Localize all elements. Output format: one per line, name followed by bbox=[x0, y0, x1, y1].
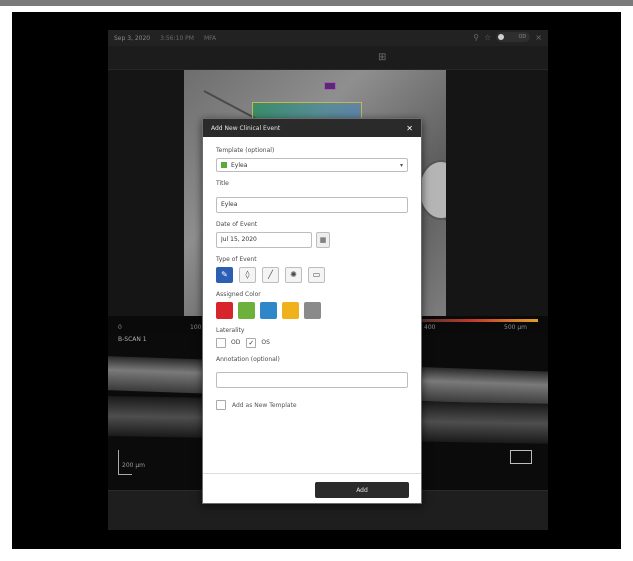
dialog-body: Template (optional) Eylea ▾ Title Date o… bbox=[203, 137, 421, 416]
scale-label-mid: 100 bbox=[190, 324, 202, 331]
color-swatch-green[interactable] bbox=[238, 301, 255, 319]
bscan-label: B-SCAN 1 bbox=[118, 336, 147, 343]
eye-toggle[interactable]: OD bbox=[496, 32, 531, 42]
laterality-os[interactable]: ✓ OS bbox=[246, 337, 270, 348]
dialog-footer: Add bbox=[203, 473, 421, 503]
annotation-label: Annotation (optional) bbox=[216, 355, 280, 363]
od-label: OD bbox=[231, 339, 241, 346]
title-bar: Sep 3, 2020 3:56:10 PM MFA ⚲ ☆ OD × bbox=[108, 30, 548, 46]
dialog-header: Add New Clinical Event ✕ bbox=[203, 119, 421, 137]
color-picker bbox=[216, 301, 408, 319]
date-label: Date of Event bbox=[216, 220, 258, 228]
search-icon[interactable]: ⚲ bbox=[473, 33, 479, 42]
annotation-input[interactable] bbox=[216, 372, 408, 388]
color-label: Assigned Color bbox=[216, 290, 261, 298]
new-template-checkbox[interactable] bbox=[216, 400, 226, 410]
scale-bar-label: 200 µm bbox=[122, 462, 146, 469]
bscan-handle[interactable] bbox=[510, 450, 532, 464]
top-border bbox=[0, 0, 633, 6]
exam-mode: MFA bbox=[203, 34, 217, 42]
color-swatch-red[interactable] bbox=[216, 301, 233, 319]
template-color-swatch bbox=[221, 162, 227, 168]
laterality-group: OD ✓ OS bbox=[216, 337, 408, 348]
color-swatch-yellow[interactable] bbox=[282, 301, 299, 319]
eye-toggle-label: OD bbox=[518, 34, 527, 40]
title-input[interactable] bbox=[216, 196, 408, 213]
laterality-od[interactable]: OD bbox=[216, 337, 241, 348]
laterality-label: Laterality bbox=[216, 326, 245, 334]
laser-icon[interactable]: ✺ bbox=[285, 266, 302, 283]
date-input[interactable] bbox=[216, 231, 312, 248]
scale-label-right: 400 bbox=[424, 324, 436, 331]
title-label: Title bbox=[216, 180, 229, 187]
scan-marker-icon bbox=[324, 82, 336, 90]
template-select-value: Eylea bbox=[231, 161, 248, 169]
close-icon[interactable]: × bbox=[535, 33, 542, 42]
type-label: Type of Event bbox=[216, 255, 257, 263]
scalpel-icon[interactable]: ╱ bbox=[262, 266, 279, 283]
color-swatch-gray[interactable] bbox=[304, 301, 321, 319]
drop-icon[interactable]: ◊ bbox=[239, 266, 256, 283]
close-icon[interactable]: ✕ bbox=[406, 124, 413, 133]
scale-bar-horizontal bbox=[118, 474, 132, 475]
exam-date: Sep 3, 2020 bbox=[114, 34, 151, 42]
calendar-event-icon[interactable]: ▭ bbox=[308, 266, 325, 283]
scale-gradient bbox=[408, 319, 538, 322]
layout-icon[interactable]: ⊞ bbox=[378, 52, 386, 63]
scale-label-max: 500 µm bbox=[504, 324, 528, 331]
new-template-label: Add as New Template bbox=[232, 401, 297, 409]
od-checkbox[interactable] bbox=[216, 337, 226, 348]
add-clinical-event-dialog: Add New Clinical Event ✕ Template (optio… bbox=[202, 118, 422, 504]
exam-time: 3:56:10 PM bbox=[160, 34, 194, 42]
scale-label-start: 0 bbox=[118, 324, 122, 331]
template-select[interactable]: Eylea ▾ bbox=[216, 158, 408, 172]
template-label: Template (optional) bbox=[216, 147, 275, 154]
add-button[interactable]: Add bbox=[315, 482, 409, 498]
date-row: ▦ bbox=[216, 231, 408, 248]
star-icon[interactable]: ☆ bbox=[484, 33, 491, 42]
dialog-title: Add New Clinical Event bbox=[211, 124, 281, 132]
color-swatch-blue[interactable] bbox=[260, 301, 277, 319]
event-type-group: ✎ ◊ ╱ ✺ ▭ bbox=[216, 266, 408, 283]
scale-bar-vertical bbox=[118, 450, 119, 474]
calendar-icon[interactable]: ▦ bbox=[316, 231, 330, 248]
new-template-row[interactable]: Add as New Template bbox=[216, 400, 408, 410]
title-bar-icons: ⚲ ☆ OD × bbox=[473, 32, 542, 42]
toolbar: ⊞ bbox=[108, 46, 548, 70]
os-label: OS bbox=[261, 339, 270, 346]
optic-disc bbox=[418, 160, 446, 220]
chevron-down-icon: ▾ bbox=[399, 162, 403, 169]
injection-icon[interactable]: ✎ bbox=[216, 266, 233, 283]
os-checkbox[interactable]: ✓ bbox=[246, 337, 257, 348]
